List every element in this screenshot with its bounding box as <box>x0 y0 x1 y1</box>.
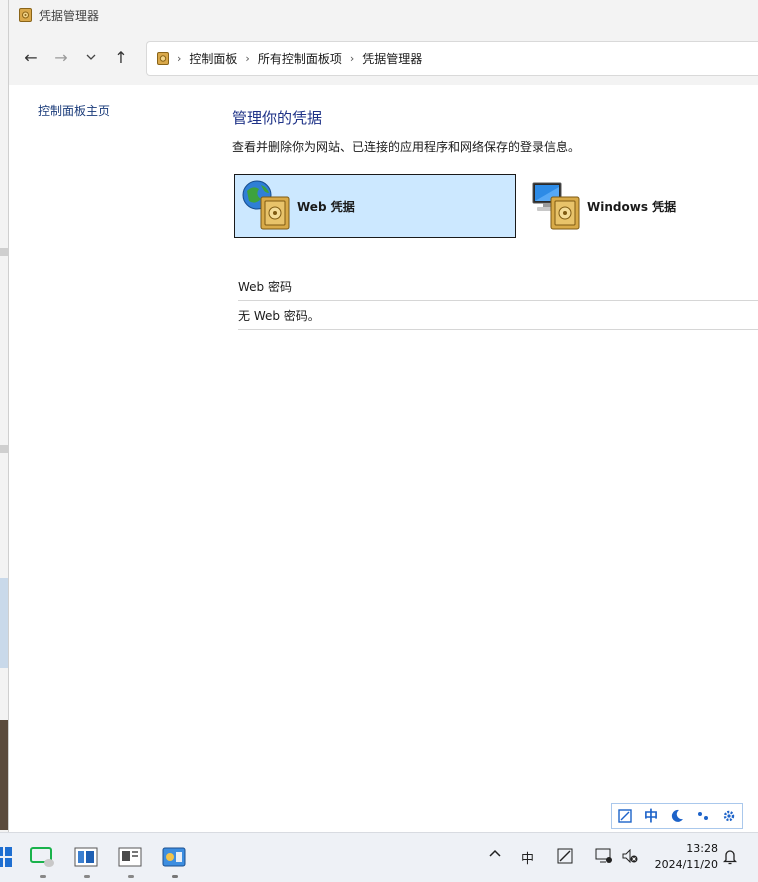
taskbar-app-start[interactable] <box>0 845 16 869</box>
notification-bell-icon[interactable] <box>722 849 738 869</box>
clock-time: 13:28 <box>686 842 718 855</box>
chat-app-icon <box>30 847 54 867</box>
network-icon[interactable] <box>595 848 613 868</box>
breadcrumb-credential-manager[interactable]: 凭据管理器 <box>362 50 422 67</box>
taskbar-app-wechat[interactable] <box>30 845 54 869</box>
arrow-right-icon: → <box>54 47 68 67</box>
ime-mode-chinese[interactable]: 中 <box>644 806 658 826</box>
chevron-up-icon[interactable] <box>489 845 501 861</box>
page-description: 查看并删除你为网站、已连接的应用程序和网络保存的登录信息。 <box>232 140 581 154</box>
section-header[interactable]: Web 密码 <box>238 272 758 301</box>
web-passwords-title: Web 密码 <box>238 279 292 294</box>
breadcrumb-separator: › <box>245 52 250 65</box>
taskbar-running-indicator <box>128 875 134 878</box>
ime-toggle-icon[interactable] <box>618 809 632 823</box>
arrow-left-icon: ← <box>24 47 38 67</box>
back-button[interactable]: ← <box>19 45 43 69</box>
taskbar-app-window-1[interactable] <box>74 845 98 869</box>
windows-credentials-tile[interactable]: Windows 凭据 <box>526 174 758 238</box>
computer-vault-icon <box>532 182 580 230</box>
address-bar[interactable]: › 控制面板 › 所有控制面板项 › 凭据管理器 <box>146 41 758 76</box>
pen-menu-icon[interactable] <box>557 848 573 868</box>
empty-list-message: 无 Web 密码。 <box>238 301 758 330</box>
taskbar-running-indicator <box>40 875 46 878</box>
control-panel-home-link[interactable]: 控制面板主页 <box>38 102 110 119</box>
app-window-icon <box>74 847 98 867</box>
breadcrumb-separator: › <box>349 52 355 65</box>
no-web-passwords-text: 无 Web 密码。 <box>238 308 320 323</box>
arrow-up-icon: ↑ <box>114 47 128 67</box>
punctuation-icon[interactable] <box>696 809 710 823</box>
clock-date: 2024/11/20 <box>654 858 718 871</box>
title-bar: 凭据管理器 <box>9 0 758 30</box>
up-button[interactable]: ↑ <box>109 45 133 69</box>
taskbar-app-window-2[interactable] <box>118 845 142 869</box>
taskbar-app-control-panel[interactable] <box>162 845 186 869</box>
credential-vault-icon <box>19 8 32 22</box>
half-width-moon-icon[interactable] <box>670 809 684 823</box>
web-credentials-label: Web 凭据 <box>297 199 355 214</box>
breadcrumb-control-panel[interactable]: 控制面板 <box>189 50 237 67</box>
web-passwords-section: Web 密码 无 Web 密码。 <box>238 272 758 330</box>
control-panel-icon <box>162 847 186 867</box>
ime-toolbar: 中 <box>611 803 743 829</box>
breadcrumb-all-items[interactable]: 所有控制面板项 <box>258 50 342 67</box>
credential-manager-window: 凭据管理器 ← → ↑ › 控制面板 › 所有控制面板项 › 凭据管理器 控制面… <box>8 0 758 832</box>
web-credentials-tile[interactable]: Web 凭据 <box>234 174 516 238</box>
forward-button[interactable]: → <box>49 45 73 69</box>
volume-muted-icon[interactable] <box>622 848 638 867</box>
taskbar-running-indicator <box>172 875 178 878</box>
app-window-icon <box>118 847 142 867</box>
page-title: 管理你的凭据 <box>232 109 323 127</box>
navigation-bar: ← → ↑ › 控制面板 › 所有控制面板项 › 凭据管理器 <box>9 30 758 85</box>
breadcrumb-separator: › <box>177 52 182 65</box>
globe-vault-icon <box>242 180 290 230</box>
clock[interactable]: 13:28 2024/11/20 <box>648 841 718 873</box>
credential-vault-icon <box>157 52 169 65</box>
chevron-down-icon <box>86 54 96 60</box>
gear-icon[interactable] <box>722 809 736 823</box>
taskbar: 中 13:28 2024/11/20 <box>0 832 758 882</box>
ime-indicator[interactable]: 中 <box>521 848 534 867</box>
taskbar-running-indicator <box>84 875 90 878</box>
content-area: 控制面板主页 管理你的凭据 查看并删除你为网站、已连接的应用程序和网络保存的登录… <box>9 85 758 832</box>
windows-credentials-label: Windows 凭据 <box>587 199 677 214</box>
windows-start-icon <box>0 847 12 867</box>
window-title: 凭据管理器 <box>39 8 100 23</box>
recent-locations-button[interactable] <box>79 45 103 69</box>
